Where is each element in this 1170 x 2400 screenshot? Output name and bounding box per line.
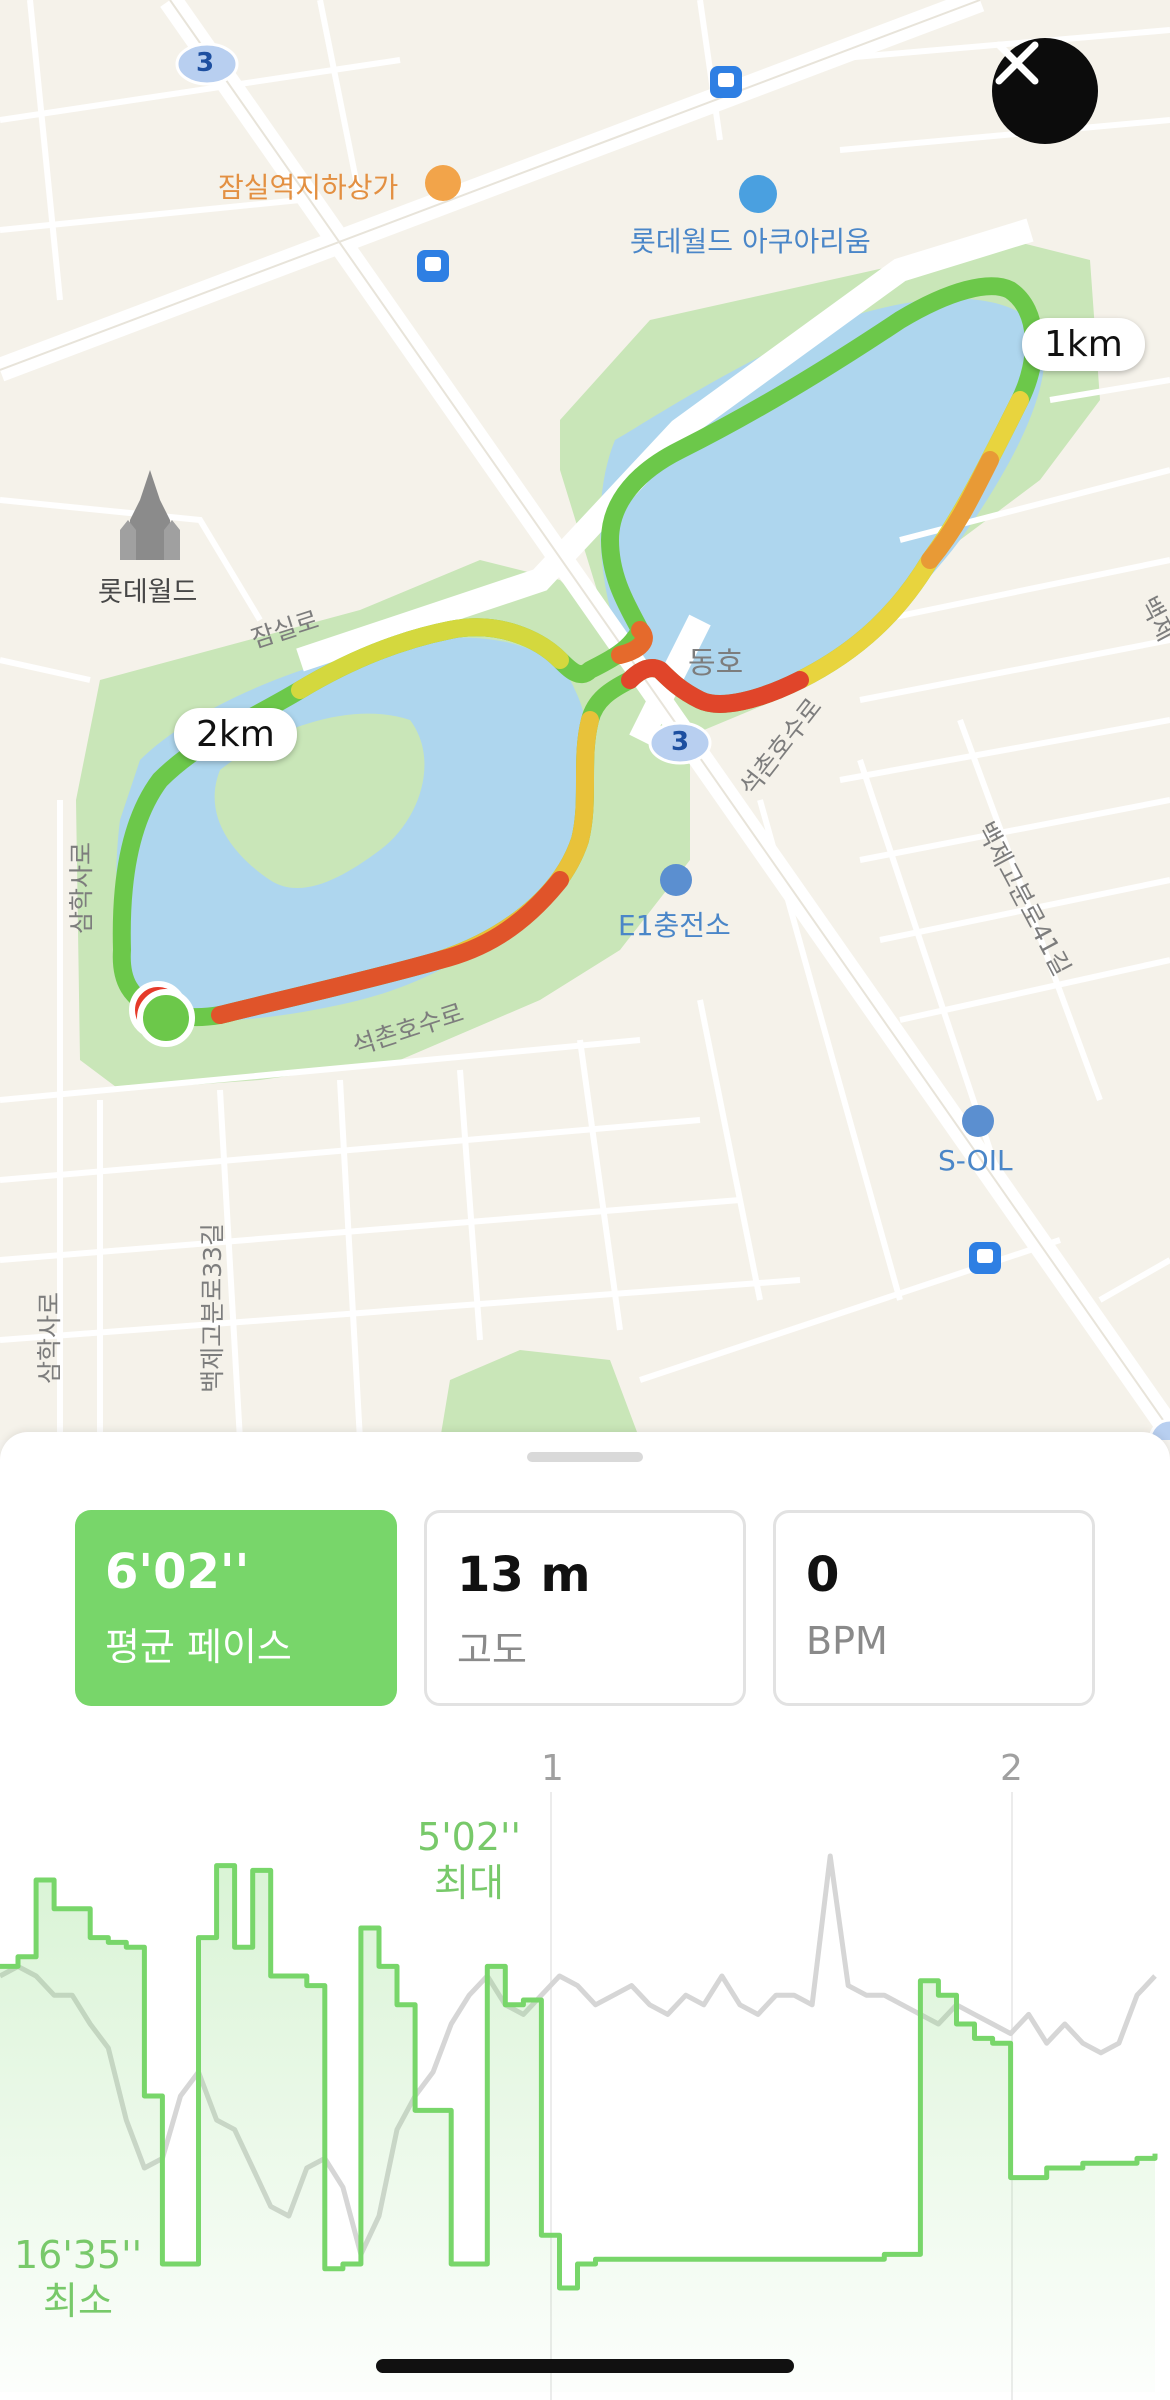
poi-aquarium[interactable]: 롯데월드 아쿠아리움 (630, 220, 871, 260)
fuel-icon-soil (962, 1105, 994, 1137)
chart-max-annotation: 5'02'' 최대 (404, 1814, 534, 1906)
subway-icon-1 (710, 66, 742, 98)
fuel-icon-e1 (660, 864, 692, 896)
metric-card-elevation[interactable]: 13 m 고도 (424, 1510, 746, 1706)
pace-value: 6'02'' (105, 1544, 250, 1600)
distance-marker-2km: 2km (174, 708, 297, 761)
bpm-caption: BPM (806, 1619, 888, 1663)
lake-label-dongho: 동호 (688, 646, 744, 681)
close-icon (995, 41, 1039, 85)
route-map[interactable]: 3 3 잠실역지하상가 롯데월드 아쿠아리움 롯데월드 잠실로 동호 석촌호수로… (0, 0, 1170, 1440)
chart-km-mark-1: 1 (541, 1748, 564, 1789)
elevation-value: 13 m (457, 1547, 591, 1603)
poi-station-underground[interactable]: 잠실역지하상가 (218, 166, 398, 206)
poi-soil-station[interactable]: S-OIL (938, 1144, 1013, 1177)
elevation-caption: 고도 (457, 1628, 527, 1672)
bpm-value: 0 (806, 1547, 840, 1603)
subway-icon-2 (417, 250, 449, 282)
shopping-icon (425, 165, 461, 201)
pace-caption: 평균 페이스 (105, 1625, 292, 1669)
pace-chart[interactable] (0, 1792, 1170, 2400)
stats-sheet[interactable]: 6'02'' 평균 페이스 13 m 고도 0 BPM 1 2 5'02'' 최… (0, 1432, 1170, 2400)
road-label-samhak-1: 삼학사로 (67, 841, 97, 935)
park-small (440, 1350, 640, 1440)
home-indicator[interactable] (376, 2359, 794, 2373)
aquarium-icon (739, 175, 777, 213)
road-label-samhak-2: 삼학사로 (35, 1291, 65, 1385)
poi-e1-station[interactable]: E1충전소 (618, 904, 731, 944)
subway-icon-3 (969, 1242, 1001, 1274)
chart-min-label: 최소 (43, 2279, 113, 2323)
end-marker (137, 989, 195, 1047)
route-shield-label-2: 3 (671, 727, 690, 757)
poi-lotteworld[interactable]: 롯데월드 (98, 570, 197, 609)
chart-min-value: 16'35'' (13, 2233, 143, 2277)
metric-card-pace[interactable]: 6'02'' 평균 페이스 (75, 1510, 397, 1706)
chart-min-annotation: 16'35'' 최소 (8, 2232, 148, 2324)
sheet-grabber[interactable] (527, 1452, 643, 1462)
map-canvas (0, 0, 1170, 1440)
close-button[interactable] (992, 38, 1098, 144)
road-label-baekje-33: 백제고분로33길 (197, 1223, 227, 1393)
chart-km-mark-2: 2 (1000, 1748, 1023, 1789)
route-shield-label-1: 3 (196, 48, 215, 78)
chart-max-value: 5'02'' (417, 1815, 521, 1859)
metric-card-bpm[interactable]: 0 BPM (773, 1510, 1095, 1706)
distance-marker-1km: 1km (1022, 318, 1145, 371)
chart-max-label: 최대 (434, 1861, 504, 1905)
